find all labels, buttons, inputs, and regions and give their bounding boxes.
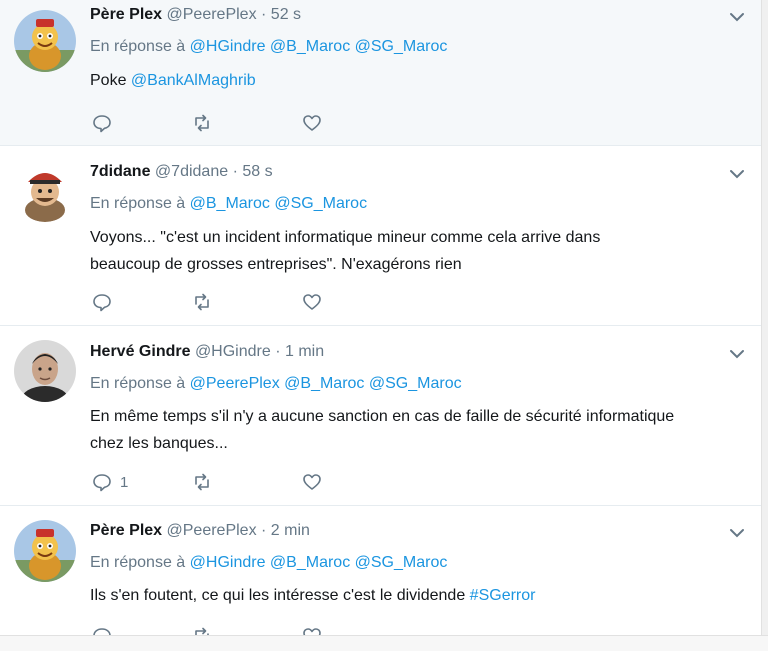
pere-plex-avatar-icon: [14, 520, 76, 582]
tweet-header: Hervé Gindre @HGindre · 1 min: [90, 343, 324, 367]
avatar[interactable]: [14, 340, 76, 402]
retweet-icon: [195, 293, 209, 311]
heart-icon: [303, 294, 321, 310]
mention-link[interactable]: @PeerePlex: [190, 375, 280, 392]
reply-count: 1: [120, 473, 129, 491]
mention-link[interactable]: @SG_Maroc: [274, 195, 367, 212]
heart-icon: [303, 115, 321, 131]
reply-context: En réponse à @PeerePlex @B_Maroc @SG_Mar…: [90, 375, 462, 393]
reply-button[interactable]: [92, 112, 120, 134]
display-name[interactable]: 7didane: [90, 163, 150, 180]
avatar[interactable]: [14, 10, 76, 72]
reply-button[interactable]: 1: [92, 471, 128, 493]
tweet[interactable]: 7didane @7didane · 58 s En réponse à @B_…: [0, 146, 762, 326]
like-button[interactable]: [302, 291, 322, 313]
scrollbar[interactable]: [761, 0, 768, 650]
tweet-text-line: chez les banques...: [90, 435, 228, 452]
pirate-avatar-icon: [14, 160, 76, 222]
reply-prefix: En réponse à: [90, 195, 186, 212]
tweet-text: Poke @BankAlMaghrib: [90, 67, 755, 94]
reply-context: En réponse à @HGindre @B_Maroc @SG_Maroc: [90, 38, 447, 56]
tweet-text-line: En même temps s'il n'y a aucune sanction…: [90, 408, 675, 425]
tweet-text-line: beaucoup de grosses entreprises". N'exag…: [90, 256, 462, 273]
handle[interactable]: @7didane: [155, 163, 228, 180]
reply-prefix: En réponse à: [90, 375, 186, 392]
mention-link[interactable]: @HGindre: [190, 554, 266, 571]
person-avatar-icon: [14, 340, 76, 402]
tweet-header: Père Plex @PeerePlex · 2 min: [90, 522, 310, 546]
mention-link[interactable]: @B_Maroc: [270, 38, 350, 55]
mention-link[interactable]: @SG_Maroc: [369, 375, 462, 392]
speech-bubble-icon: [93, 115, 111, 133]
tweet-text: Voyons... "c'est un incident informatiqu…: [90, 224, 755, 278]
reply-prefix: En réponse à: [90, 38, 186, 55]
tweet-text: En même temps s'il n'y a aucune sanction…: [90, 403, 755, 457]
mention-link[interactable]: @B_Maroc: [190, 195, 270, 212]
tweet-text: Ils s'en foutent, ce qui les intéresse c…: [90, 582, 755, 609]
timeline: Père Plex @PeerePlex · 52 s En réponse à…: [0, 0, 762, 650]
display-name[interactable]: Père Plex: [90, 6, 162, 23]
chevron-down-icon[interactable]: [728, 524, 746, 542]
retweet-icon: [195, 473, 209, 491]
mention-link[interactable]: @SG_Maroc: [355, 554, 448, 571]
mention-link[interactable]: @B_Maroc: [270, 554, 350, 571]
retweet-button[interactable]: [192, 291, 212, 313]
like-button[interactable]: [302, 112, 322, 134]
display-name[interactable]: Hervé Gindre: [90, 343, 190, 360]
hashtag-link[interactable]: #SGerror: [470, 587, 536, 604]
timestamp[interactable]: · 58 s: [233, 163, 273, 180]
reply-context: En réponse à @HGindre @B_Maroc @SG_Maroc: [90, 554, 447, 572]
tweet-header: Père Plex @PeerePlex · 52 s: [90, 6, 301, 30]
timestamp[interactable]: · 1 min: [275, 343, 324, 360]
chevron-down-icon[interactable]: [728, 8, 746, 26]
mention-link[interactable]: @HGindre: [190, 38, 266, 55]
tweet-text-body: Poke: [90, 72, 127, 89]
timestamp[interactable]: · 2 min: [261, 522, 310, 539]
speech-bubble-icon: [93, 294, 111, 312]
retweet-icon: [195, 114, 209, 132]
pere-plex-avatar-icon: [14, 10, 76, 72]
mention-link[interactable]: @B_Maroc: [284, 375, 364, 392]
tweet-header: 7didane @7didane · 58 s: [90, 163, 273, 187]
tweet[interactable]: Hervé Gindre @HGindre · 1 min En réponse…: [0, 326, 762, 506]
bottom-edge: [0, 635, 768, 651]
avatar[interactable]: [14, 160, 76, 222]
chevron-down-icon[interactable]: [728, 165, 746, 183]
handle[interactable]: @HGindre: [195, 343, 271, 360]
reply-prefix: En réponse à: [90, 554, 186, 571]
handle[interactable]: @PeerePlex: [167, 6, 257, 23]
reply-button[interactable]: [92, 291, 120, 313]
retweet-button[interactable]: [192, 112, 212, 134]
tweet[interactable]: Père Plex @PeerePlex · 2 min En réponse …: [0, 506, 762, 650]
tweet-text-line: Voyons... "c'est un incident informatiqu…: [90, 229, 601, 246]
tweet-text-body: Ils s'en foutent, ce qui les intéresse c…: [90, 587, 466, 604]
mention-link[interactable]: @BankAlMaghrib: [131, 72, 256, 89]
reply-context: En réponse à @B_Maroc @SG_Maroc: [90, 195, 367, 213]
tweet[interactable]: Père Plex @PeerePlex · 52 s En réponse à…: [0, 0, 762, 146]
timestamp[interactable]: · 52 s: [261, 6, 301, 23]
heart-icon: [303, 474, 321, 490]
handle[interactable]: @PeerePlex: [167, 522, 257, 539]
like-button[interactable]: [302, 471, 322, 493]
speech-bubble-icon: [93, 474, 111, 492]
chevron-down-icon[interactable]: [728, 345, 746, 363]
mention-link[interactable]: @SG_Maroc: [355, 38, 448, 55]
retweet-button[interactable]: [192, 471, 212, 493]
avatar[interactable]: [14, 520, 76, 582]
display-name[interactable]: Père Plex: [90, 522, 162, 539]
